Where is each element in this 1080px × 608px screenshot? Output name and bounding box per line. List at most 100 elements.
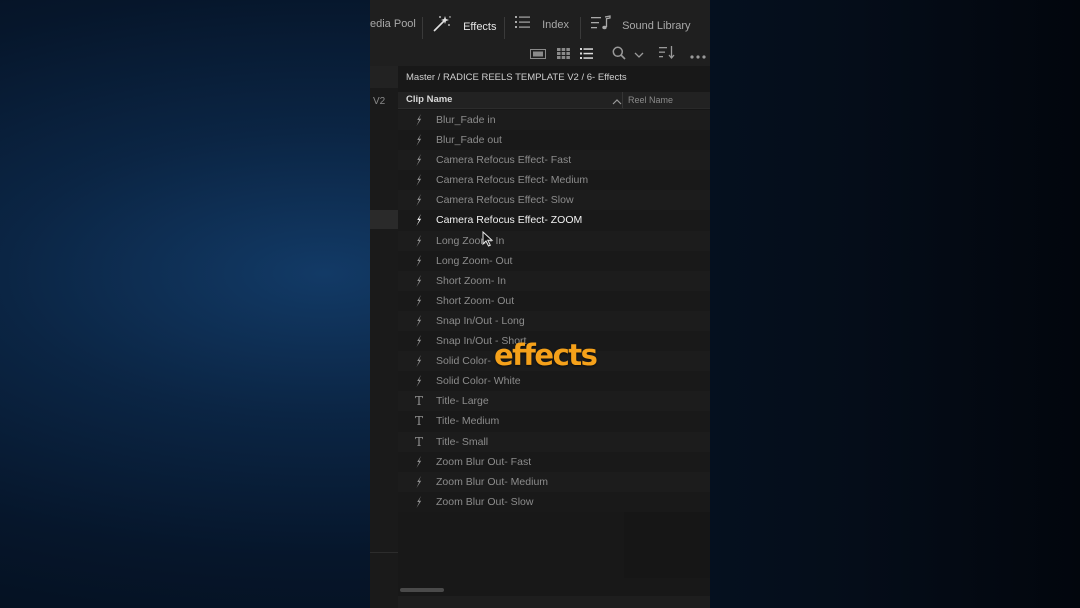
clip-row[interactable]: Short Zoom- In <box>398 270 710 291</box>
clip-row[interactable]: Camera Refocus Effect- Slow <box>398 190 710 211</box>
sort-ascending-icon[interactable] <box>612 94 622 105</box>
search-options-dropdown[interactable] <box>632 47 646 63</box>
tab-media-pool[interactable]: edia Pool <box>370 15 416 33</box>
horizontal-scrollbar[interactable] <box>398 586 710 594</box>
magic-wand-icon <box>432 15 452 39</box>
clip-name: Camera Refocus Effect- Medium <box>436 174 589 187</box>
clip-row[interactable]: Blur_Fade out <box>398 130 710 151</box>
clip-name: Long Zoom- Out <box>436 254 513 267</box>
clip-row[interactable]: T Title- Medium <box>398 411 710 432</box>
clip-row[interactable]: Zoom Blur Out- Slow <box>398 491 710 512</box>
bin-list-panel: V2 <box>370 66 399 608</box>
more-options-button[interactable] <box>688 47 710 63</box>
clip-row[interactable]: Long Zoom- Out <box>398 250 710 271</box>
effect-icon <box>414 475 424 488</box>
effect-icon <box>414 355 424 368</box>
effect-icon <box>414 154 424 167</box>
clip-row[interactable]: T Title- Small <box>398 431 710 452</box>
title-icon: T <box>414 394 423 409</box>
effect-icon <box>414 174 424 187</box>
chevron-down-icon <box>634 46 644 64</box>
clip-row[interactable]: Camera Refocus Effect- Fast <box>398 150 710 171</box>
clip-row[interactable]: Zoom Blur Out- Fast <box>398 451 710 472</box>
view-toolbar <box>370 44 710 66</box>
music-list-icon <box>591 15 611 37</box>
title-icon: T <box>414 434 423 449</box>
effect-icon <box>414 114 424 126</box>
clip-row[interactable]: Solid Color- White <box>398 371 710 392</box>
sort-button[interactable] <box>658 46 676 63</box>
panel-bottom-bar <box>398 596 710 608</box>
column-divider[interactable] <box>622 92 623 108</box>
tab-index[interactable]: Index <box>515 15 569 33</box>
tab-divider <box>422 17 423 39</box>
bin-label[interactable]: V2 <box>373 96 385 107</box>
clip-name: Title- Medium <box>436 415 500 428</box>
clip-row[interactable]: Snap In/Out - Long <box>398 310 710 332</box>
clip-row[interactable]: Zoom Blur Out- Medium <box>398 471 710 492</box>
tab-index-label: Index <box>542 19 569 31</box>
divider <box>370 552 398 553</box>
effect-icon <box>414 314 424 327</box>
effect-icon <box>414 254 424 267</box>
clip-name: Snap In/Out - Long <box>436 314 525 327</box>
clip-list-panel: Master / RADICE REELS TEMPLATE V2 / 6- E… <box>398 66 710 608</box>
search-icon <box>612 46 626 65</box>
clip-name: Camera Refocus Effect- Fast <box>436 154 572 167</box>
clip-name: Short Zoom- In <box>436 274 507 287</box>
effect-icon <box>414 134 424 147</box>
filmstrip-view-icon <box>530 46 546 64</box>
clip-name: Camera Refocus Effect- Slow <box>436 194 574 207</box>
mouse-cursor-icon <box>482 230 494 247</box>
clip-name: Zoom Blur Out- Fast <box>436 455 532 468</box>
search-button[interactable] <box>610 46 628 65</box>
list-index-icon <box>515 15 531 35</box>
tab-media-pool-label: edia Pool <box>370 18 416 31</box>
effect-icon <box>414 294 424 307</box>
effect-icon <box>414 335 424 348</box>
thumbnail-view-button[interactable] <box>528 47 548 63</box>
list-view-icon <box>579 46 593 64</box>
clip-name: Camera Refocus Effect- ZOOM <box>436 214 583 227</box>
tab-effects[interactable]: Effects <box>432 15 497 33</box>
tab-effects-label: Effects <box>463 21 497 33</box>
effect-icon <box>414 214 424 227</box>
media-panel: edia Pool Effects Index Sound Library V2… <box>370 0 710 608</box>
breadcrumb[interactable]: Master / RADICE REELS TEMPLATE V2 / 6- E… <box>406 72 627 83</box>
clip-row[interactable]: Camera Refocus Effect- Medium <box>398 170 710 191</box>
bin-list-header <box>370 66 398 88</box>
clip-name: Title- Large <box>436 395 489 408</box>
tab-divider <box>504 17 505 39</box>
clip-list: Blur_Fade in Blur_Fade out Camera Refocus … <box>398 110 710 512</box>
clip-name: Solid Color- White <box>436 375 521 388</box>
column-clip-name[interactable]: Clip Name <box>406 94 452 105</box>
tab-sound-library-label: Sound Library <box>622 20 691 32</box>
clip-row[interactable]: Blur_Fade in <box>398 110 710 131</box>
effect-icon <box>414 455 424 468</box>
effect-icon <box>414 194 424 207</box>
grid-view-button[interactable] <box>554 47 572 63</box>
grid-view-icon <box>556 46 570 64</box>
more-dots-icon <box>690 46 708 64</box>
caption-overlay: effects <box>494 338 598 372</box>
clip-row[interactable]: Short Zoom- Out <box>398 290 710 311</box>
effect-icon <box>414 495 424 508</box>
clip-row[interactable]: Camera Refocus Effect- ZOOM <box>398 210 710 231</box>
clip-name: Long Zoom- In <box>436 234 505 247</box>
clip-name: Blur_Fade out <box>436 134 502 147</box>
background-right <box>710 0 1080 608</box>
effect-icon <box>414 375 424 388</box>
effect-icon <box>414 234 424 247</box>
list-view-button[interactable] <box>577 47 595 63</box>
clip-name: Zoom Blur Out- Medium <box>436 475 549 488</box>
title-icon: T <box>414 414 423 429</box>
scrollbar-thumb[interactable] <box>400 588 444 592</box>
clip-row[interactable]: T Title- Large <box>398 391 710 412</box>
clip-row[interactable]: Long Zoom- In <box>398 230 710 251</box>
column-reel-name[interactable]: Reel Name <box>628 95 673 105</box>
tab-bar: edia Pool Effects Index Sound Library <box>370 0 710 44</box>
selected-bin[interactable] <box>370 210 398 229</box>
tab-sound-library[interactable]: Sound Library <box>591 15 691 33</box>
clip-name: Title- Small <box>436 435 489 448</box>
clip-name: Blur_Fade in <box>436 114 496 126</box>
